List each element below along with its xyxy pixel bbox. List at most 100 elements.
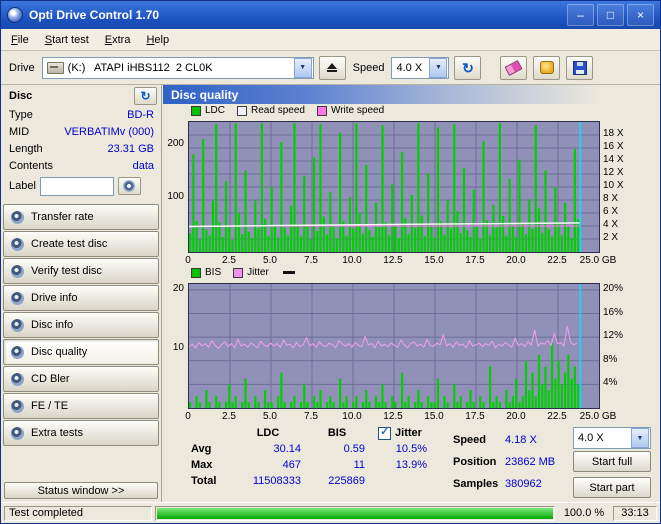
sidebar-item-transfer-rate[interactable]: Transfer rate xyxy=(3,204,159,230)
disc-quality-top-plot xyxy=(188,121,600,253)
stats-bis-value: 11 xyxy=(353,459,365,471)
menu-item-extra[interactable]: Extra xyxy=(97,32,139,48)
status-window-button[interactable]: Status window >> xyxy=(4,482,158,499)
label-field-label: Label xyxy=(9,180,36,192)
disc-info-rows: Type BD-R MID VERBATIMv (000) Length 23.31 GB… xyxy=(1,106,161,174)
x-axis-label: 22.5 xyxy=(547,411,567,422)
test-info-value: 23862 MB xyxy=(505,456,556,468)
refresh-icon: ↻ xyxy=(462,59,474,76)
options-button[interactable] xyxy=(533,55,561,80)
test-info-label: Samples xyxy=(453,478,499,490)
legend-swatch xyxy=(191,267,201,278)
disc-icon xyxy=(11,264,24,278)
legend-label: BIS xyxy=(205,267,222,278)
disc-info-label: MID xyxy=(9,125,30,138)
drive-select[interactable]: (K:) ATAPI iHBS112 2 CL0K ▼ xyxy=(41,56,314,79)
stats-jitter-value: 13.9% xyxy=(395,459,427,471)
test-info-label: Position xyxy=(453,456,497,468)
y-axis-label: 12 X xyxy=(603,167,624,178)
chevron-down-icon[interactable]: ▼ xyxy=(631,428,649,448)
x-axis-label: 12.5 xyxy=(383,255,403,266)
sidebar-item-create-test-disc[interactable]: Create test disc xyxy=(3,231,159,257)
save-button[interactable] xyxy=(566,55,594,80)
test-speed-select[interactable]: 4.0 X ▼ xyxy=(573,427,651,449)
window-title: Opti Drive Control 1.70 xyxy=(29,8,160,22)
stats-jitter-value: 10.5% xyxy=(395,443,427,455)
legend-item-read-speed: Read speed xyxy=(237,105,305,116)
refresh-disc-button[interactable]: ↻ xyxy=(134,86,157,105)
menu-item-file[interactable]: File xyxy=(3,32,37,48)
window-controls: – □ × xyxy=(567,4,654,26)
sidebar-item-disc-quality[interactable]: Disc quality xyxy=(3,339,159,365)
disc-info-label: Length xyxy=(9,142,43,155)
x-axis-label: 15.0 xyxy=(424,411,444,422)
x-axis-label: 20.0 xyxy=(506,411,526,422)
disc-info-row: Length 23.31 GB xyxy=(1,140,161,157)
legend-swatch xyxy=(316,105,327,116)
start-full-button[interactable]: Start full xyxy=(573,451,651,472)
x-axis-label: 10.0 xyxy=(342,411,362,422)
sidebar-item-fe-te[interactable]: FE / TE xyxy=(3,393,159,419)
legend-dash-icon xyxy=(282,271,295,274)
disc-icon xyxy=(11,210,24,224)
x-axis-label: 2.5 xyxy=(222,411,236,422)
y-axis-label: 6 X xyxy=(603,206,619,217)
legend-item-bis: BIS xyxy=(191,267,221,278)
progress-bar xyxy=(155,505,555,521)
minimize-button[interactable]: – xyxy=(567,4,594,26)
toolbar-right-tools xyxy=(500,55,594,80)
disc-icon xyxy=(11,372,24,386)
close-button[interactable]: × xyxy=(627,4,654,26)
stats-row-label: Total xyxy=(191,475,217,487)
sidebar-item-cd-bler[interactable]: CD Bler xyxy=(3,366,159,392)
maximize-button[interactable]: □ xyxy=(597,4,624,26)
sidebar-item-verify-test-disc[interactable]: Verify test disc xyxy=(3,258,159,284)
chevron-down-icon[interactable]: ▼ xyxy=(429,57,448,78)
disc-info-value: VERBATIMv (000) xyxy=(64,125,154,138)
save-icon xyxy=(572,60,587,75)
erase-disc-button[interactable] xyxy=(500,55,528,80)
start-part-button[interactable]: Start part xyxy=(573,477,651,498)
x-axis-label: 7.5 xyxy=(304,255,318,266)
x-axis-label: 17.5 xyxy=(465,411,485,422)
menu-item-start-test[interactable]: Start test xyxy=(37,32,97,48)
sidebar-item-drive-info[interactable]: Drive info xyxy=(3,285,159,311)
chevron-down-icon[interactable]: ▼ xyxy=(293,57,312,78)
write-label-button[interactable] xyxy=(117,177,141,195)
disc-info-value: BD-R xyxy=(127,108,154,121)
eject-button[interactable] xyxy=(318,55,346,80)
sidebar-item-disc-info[interactable]: Disc info xyxy=(3,312,159,338)
disc-icon xyxy=(123,180,136,192)
y-axis-label: 16% xyxy=(603,306,624,318)
sidebar-item-label: Drive info xyxy=(31,292,78,304)
stats-col-jitter: Jitter xyxy=(369,425,431,440)
sidebar-item-label: Transfer rate xyxy=(31,211,94,223)
y-axis-label: 20 xyxy=(172,282,184,294)
eraser-icon xyxy=(505,59,523,76)
label-input[interactable] xyxy=(39,176,114,196)
y-axis-label: 8% xyxy=(603,353,618,365)
disc-quality-top-legend: LDC Read speed Write speed xyxy=(191,105,384,116)
refresh-speeds-button[interactable]: ↻ xyxy=(454,55,482,80)
legend-label: Jitter xyxy=(247,267,269,278)
disc-icon xyxy=(11,426,24,440)
legend-item-ldc: LDC xyxy=(191,105,225,116)
disc-info-value: data xyxy=(132,159,154,172)
test-info-label: Speed xyxy=(453,434,487,446)
app-window: Opti Drive Control 1.70 – □ × File Start … xyxy=(0,0,661,524)
disc-icon xyxy=(11,318,24,332)
menu-item-help[interactable]: Help xyxy=(138,32,177,48)
progress-percent: 100.0 % xyxy=(563,507,605,519)
y-axis-label: 8 X xyxy=(603,193,619,204)
x-axis-label: 0 xyxy=(185,255,191,266)
legend-swatch xyxy=(233,267,244,278)
test-info-row: Speed 4.18 X xyxy=(453,429,555,451)
jitter-checkbox[interactable] xyxy=(378,425,392,440)
speed-select[interactable]: 4.0 X ▼ xyxy=(391,56,450,79)
legend-label: Read speed xyxy=(251,105,305,116)
stats-ldc-value: 30.14 xyxy=(273,443,301,455)
legend-swatch xyxy=(237,105,248,116)
sidebar-item-extra-tests[interactable]: Extra tests xyxy=(3,420,159,446)
x-axis-label: 20.0 xyxy=(506,255,526,266)
disc-panel-header: Disc ↻ xyxy=(1,85,161,106)
